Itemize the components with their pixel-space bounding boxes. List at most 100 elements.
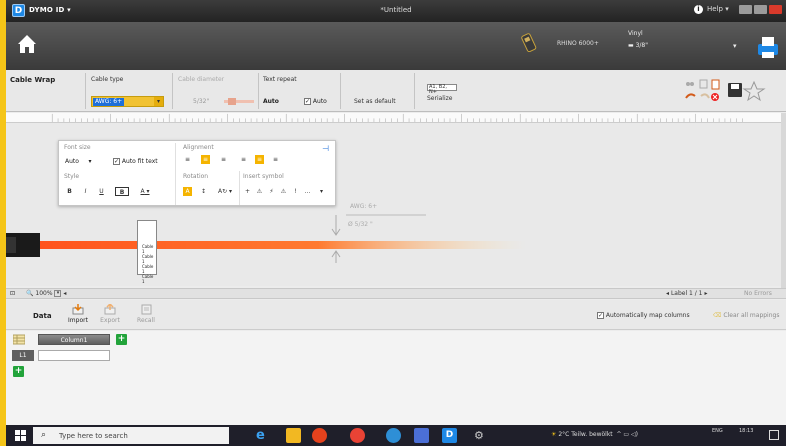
close-button[interactable] bbox=[769, 5, 782, 14]
label-line: Cable 1 bbox=[142, 254, 154, 264]
symbol-exclamation[interactable]: ! bbox=[291, 187, 300, 196]
auto-repeat-checkbox[interactable]: ✓ Auto bbox=[304, 98, 327, 105]
align-right-icon[interactable]: ≡ bbox=[219, 155, 228, 164]
align-bottom-icon[interactable]: ≡ bbox=[271, 155, 280, 164]
scroll-left-icon[interactable]: ◂ bbox=[63, 290, 66, 297]
cable-type-select[interactable]: AWG: 6+ ▾ bbox=[91, 96, 164, 107]
favorite-star-icon[interactable] bbox=[742, 80, 766, 102]
text-color-button[interactable]: A ▾ bbox=[137, 187, 153, 196]
ruler bbox=[6, 113, 786, 123]
fit-page-icon[interactable]: ⊡ bbox=[10, 290, 15, 297]
cable-diameter-label: Cable diameter bbox=[178, 76, 225, 83]
font-size-value: Auto bbox=[65, 158, 79, 165]
dymo-taskbar-icon[interactable]: D bbox=[442, 428, 457, 443]
auto-fit-checkbox[interactable]: ✓ Auto fit text bbox=[113, 158, 158, 165]
taskbar-search[interactable]: ⌕ Type here to search bbox=[33, 427, 229, 444]
copy-icon[interactable] bbox=[699, 79, 708, 89]
divider bbox=[239, 171, 240, 205]
checkmark-icon: ✓ bbox=[113, 158, 120, 165]
print-icon[interactable] bbox=[755, 34, 781, 60]
minimize-button[interactable] bbox=[739, 5, 752, 14]
align-left-icon[interactable]: ≡ bbox=[183, 155, 192, 164]
recall-button[interactable]: Recall bbox=[131, 304, 161, 324]
prev-label-icon[interactable]: ◂ bbox=[666, 290, 669, 297]
edge-icon[interactable]: e bbox=[256, 428, 271, 443]
paste-icon[interactable] bbox=[711, 79, 720, 90]
clear-mappings-button[interactable]: ⌫ Clear all mappings bbox=[713, 312, 779, 319]
format-panel: ⊣ Font size Auto ▾ ✓ Auto fit text Style… bbox=[58, 140, 336, 206]
info-icon: i bbox=[694, 5, 703, 14]
chevron-down-icon[interactable]: ▾ bbox=[317, 187, 326, 196]
text-repeat-value[interactable]: Auto bbox=[263, 98, 279, 105]
language-indicator[interactable]: ENG bbox=[712, 428, 723, 434]
text-repeat-label: Text repeat bbox=[263, 76, 297, 83]
symbol-plus[interactable]: + bbox=[243, 187, 252, 196]
spreadsheet-icon[interactable] bbox=[13, 334, 25, 345]
notification-icon[interactable] bbox=[769, 430, 779, 440]
symbol-more[interactable]: … bbox=[303, 187, 312, 196]
symbol-caution[interactable]: ⚠ bbox=[279, 187, 288, 196]
diameter-slider[interactable] bbox=[224, 97, 254, 106]
next-label-icon[interactable]: ▸ bbox=[704, 290, 707, 297]
browser-icon[interactable] bbox=[386, 428, 401, 443]
pin-icon[interactable]: ⊣ bbox=[322, 144, 329, 153]
app-icon[interactable] bbox=[312, 428, 327, 443]
label-type-selector[interactable]: Vinyl ▬ 3/8" bbox=[628, 30, 648, 49]
font-size-select[interactable]: Auto ▾ bbox=[65, 158, 92, 165]
export-button[interactable]: Export bbox=[95, 304, 125, 324]
insert-symbol-label: Insert symbol bbox=[243, 173, 284, 180]
cut-icon[interactable] bbox=[686, 82, 694, 86]
home-icon[interactable] bbox=[16, 32, 38, 56]
data-cell[interactable] bbox=[38, 350, 110, 361]
align-middle-icon[interactable]: ≡ bbox=[255, 155, 264, 164]
cable-wrap-label[interactable]: Cable 1 Cable 1 Cable 1 Cable 1 bbox=[137, 220, 157, 284]
undo-icon[interactable] bbox=[685, 93, 696, 99]
chrome-icon[interactable] bbox=[350, 428, 365, 443]
awg-annotation: AWG: 6+ bbox=[350, 203, 378, 210]
align-center-icon[interactable]: ≡ bbox=[201, 155, 210, 164]
import-button[interactable]: Import bbox=[63, 304, 93, 324]
add-row-button[interactable]: + bbox=[13, 366, 24, 377]
label-pager[interactable]: ◂ Label 1 / 1 ▸ bbox=[666, 290, 707, 297]
serialize-icon: A1, B2, N+ bbox=[427, 84, 457, 95]
chevron-down-icon[interactable]: ▾ bbox=[733, 42, 737, 50]
maximize-button[interactable] bbox=[754, 5, 767, 14]
delete-icon[interactable] bbox=[711, 93, 719, 101]
rotation-dropdown[interactable]: A↻ ▾ bbox=[215, 187, 235, 196]
app-icon[interactable] bbox=[414, 428, 429, 443]
tool-icon[interactable]: ⚙ bbox=[474, 428, 489, 443]
add-column-button[interactable]: + bbox=[116, 334, 127, 345]
row-header[interactable]: L1 bbox=[12, 350, 34, 361]
windows-start-icon[interactable] bbox=[15, 430, 26, 441]
bold-button[interactable]: B bbox=[65, 187, 74, 196]
cable-type-label: Cable type bbox=[91, 76, 124, 83]
main-toolbar: RHINO 6000+ Vinyl ▬ 3/8" ▾ bbox=[6, 22, 786, 70]
save-icon[interactable] bbox=[728, 83, 742, 97]
data-panel-title: Data bbox=[33, 312, 52, 320]
font-size-label: Font size bbox=[64, 144, 91, 151]
file-explorer-icon[interactable] bbox=[286, 428, 301, 443]
auto-map-checkbox[interactable]: ✓ Automatically map columns bbox=[597, 312, 690, 319]
align-top-icon[interactable]: ≡ bbox=[239, 155, 248, 164]
tape-icon: ▬ bbox=[628, 42, 634, 49]
help-label: Help bbox=[707, 5, 723, 13]
weather-widget[interactable]: ☀ 2°C Teilw. bewölkt ^ ▭ ◁) bbox=[551, 431, 638, 438]
underline-button[interactable]: U bbox=[97, 187, 106, 196]
rotation-0-button[interactable]: A bbox=[183, 187, 192, 196]
zoom-control[interactable]: 🔍 100% ▾ ◂ bbox=[26, 290, 66, 297]
serialize-button[interactable]: A1, B2, N+ Serialize bbox=[423, 81, 477, 107]
symbol-electric[interactable]: ⚡ bbox=[267, 187, 276, 196]
search-placeholder: Type here to search bbox=[59, 432, 128, 440]
error-status[interactable]: No Errors bbox=[744, 290, 772, 297]
redo-icon[interactable] bbox=[700, 93, 710, 99]
document-title: *Untitled bbox=[380, 6, 412, 14]
help-menu[interactable]: i Help ▾ bbox=[694, 5, 729, 14]
rotation-90-icon[interactable]: ↕ bbox=[199, 187, 208, 196]
clock[interactable]: 18:13 bbox=[739, 428, 753, 434]
vertical-scrollbar[interactable] bbox=[781, 113, 786, 288]
set-as-default-button[interactable]: Set as default bbox=[354, 98, 396, 105]
boxed-text-button[interactable]: B bbox=[115, 187, 129, 196]
italic-button[interactable]: I bbox=[81, 187, 90, 196]
symbol-warning[interactable]: ⚠ bbox=[255, 187, 264, 196]
column-header[interactable]: Column1 bbox=[38, 334, 110, 345]
